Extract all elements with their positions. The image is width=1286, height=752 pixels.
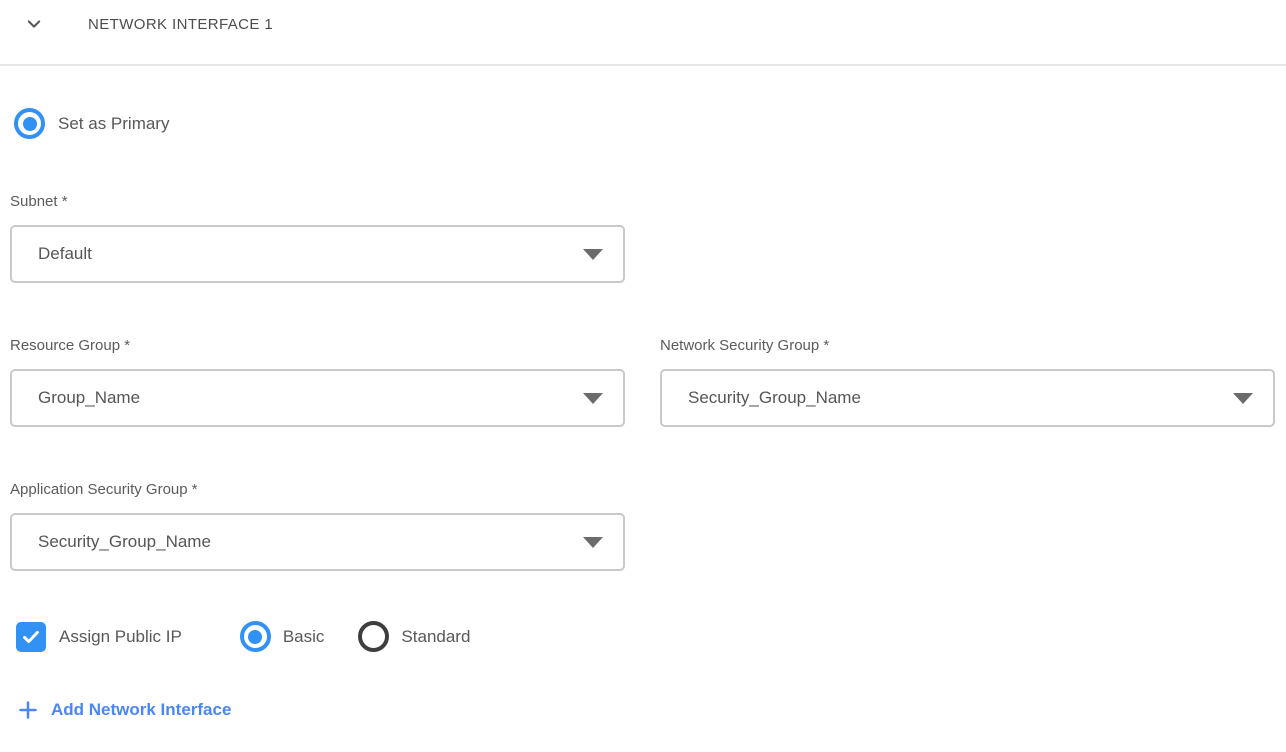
ip-tier-standard-label: Standard bbox=[401, 627, 470, 647]
resource-group-select[interactable]: Group_Name bbox=[10, 369, 625, 427]
resource-group-label: Resource Group * bbox=[10, 337, 625, 354]
add-network-interface-button[interactable]: Add Network Interface bbox=[18, 700, 231, 720]
network-security-group-label: Network Security Group * bbox=[660, 337, 1275, 354]
section-title: NETWORK INTERFACE 1 bbox=[88, 16, 273, 33]
caret-down-icon bbox=[1233, 393, 1253, 404]
add-network-interface-label: Add Network Interface bbox=[51, 700, 231, 720]
set-as-primary-radio[interactable]: Set as Primary bbox=[14, 108, 169, 139]
public-ip-options-row: Assign Public IP Basic Standard bbox=[10, 621, 1275, 652]
group-fields-row: Resource Group * Group_Name Network Secu… bbox=[10, 283, 1275, 427]
subnet-field: Subnet * Default bbox=[10, 193, 625, 283]
subnet-value: Default bbox=[38, 244, 92, 264]
ip-tier-basic-radio[interactable]: Basic bbox=[240, 621, 325, 652]
resource-group-value: Group_Name bbox=[38, 388, 140, 408]
network-security-group-select[interactable]: Security_Group_Name bbox=[660, 369, 1275, 427]
plus-icon bbox=[18, 700, 38, 720]
ip-tier-basic-label: Basic bbox=[283, 627, 325, 647]
subnet-select[interactable]: Default bbox=[10, 225, 625, 283]
radio-selected-icon[interactable] bbox=[14, 108, 45, 139]
resource-group-field: Resource Group * Group_Name bbox=[10, 337, 625, 427]
application-security-group-value: Security_Group_Name bbox=[38, 532, 211, 552]
section-divider bbox=[0, 64, 1286, 66]
ip-tier-standard-radio[interactable]: Standard bbox=[358, 621, 470, 652]
caret-down-icon bbox=[583, 537, 603, 548]
assign-public-ip-label: Assign Public IP bbox=[59, 627, 182, 647]
checkbox-checked-icon[interactable] bbox=[16, 622, 46, 652]
chevron-down-icon bbox=[25, 15, 43, 33]
radio-unselected-icon[interactable] bbox=[358, 621, 389, 652]
application-security-group-field: Application Security Group * Security_Gr… bbox=[10, 481, 625, 571]
assign-public-ip-checkbox[interactable]: Assign Public IP bbox=[16, 622, 182, 652]
caret-down-icon bbox=[583, 249, 603, 260]
caret-down-icon bbox=[583, 393, 603, 404]
collapse-toggle-button[interactable] bbox=[25, 15, 43, 33]
section-header: NETWORK INTERFACE 1 bbox=[10, 9, 1275, 39]
network-security-group-value: Security_Group_Name bbox=[688, 388, 861, 408]
application-security-group-select[interactable]: Security_Group_Name bbox=[10, 513, 625, 571]
network-interface-panel: NETWORK INTERFACE 1 Set as Primary Subne… bbox=[0, 0, 1286, 725]
set-as-primary-label: Set as Primary bbox=[58, 114, 169, 134]
subnet-label: Subnet * bbox=[10, 193, 625, 210]
application-security-group-label: Application Security Group * bbox=[10, 481, 625, 498]
radio-selected-icon[interactable] bbox=[240, 621, 271, 652]
network-security-group-field: Network Security Group * Security_Group_… bbox=[660, 337, 1275, 427]
